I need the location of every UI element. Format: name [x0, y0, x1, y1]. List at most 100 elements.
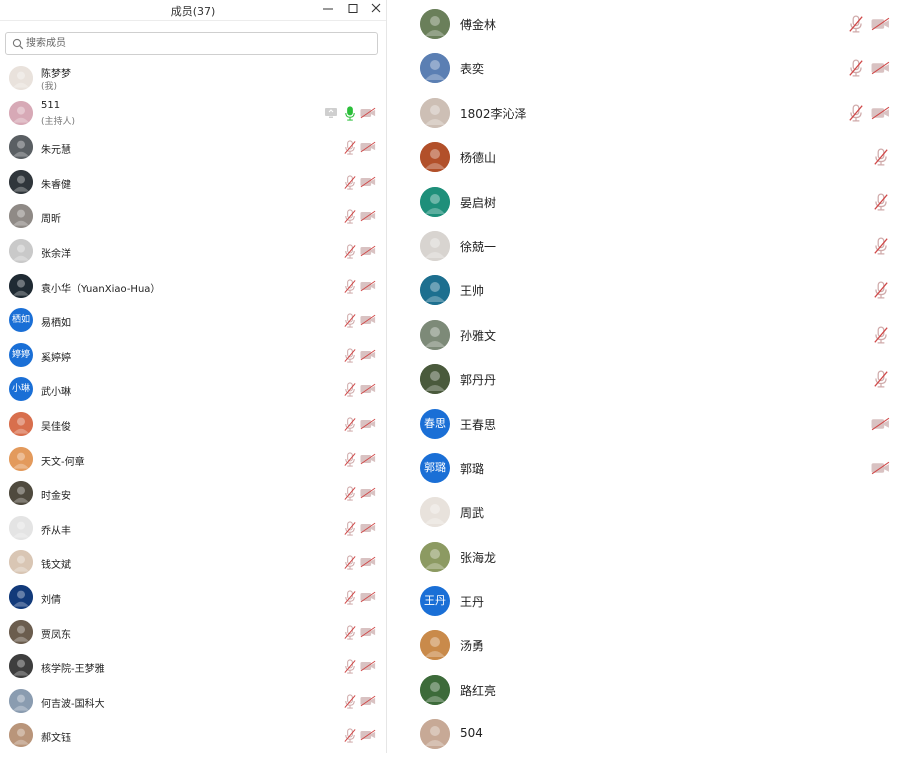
member-row[interactable]: 袁小华（YuanXiao-Hua）	[0, 269, 386, 304]
avatar[interactable]	[420, 319, 450, 350]
member-row[interactable]: 周武	[398, 490, 904, 534]
camera-off-icon[interactable]	[360, 418, 376, 430]
microphone-muted-icon[interactable]	[873, 148, 889, 166]
camera-off-icon[interactable]	[360, 660, 376, 672]
avatar[interactable]	[420, 53, 450, 84]
member-row[interactable]: 郝文钰	[0, 718, 386, 753]
microphone-muted-icon[interactable]	[343, 728, 357, 743]
avatar[interactable]	[9, 238, 33, 263]
member-row[interactable]: 张余洋	[0, 234, 386, 269]
avatar[interactable]	[9, 135, 33, 160]
microphone-muted-icon[interactable]	[343, 175, 357, 190]
member-row[interactable]: 晏启树	[398, 180, 904, 224]
avatar[interactable]	[9, 619, 33, 644]
camera-off-icon[interactable]	[360, 280, 376, 292]
avatar[interactable]	[9, 654, 33, 679]
camera-off-icon[interactable]	[360, 314, 376, 326]
microphone-muted-icon[interactable]	[873, 370, 889, 388]
screen-share-icon[interactable]	[324, 107, 338, 119]
avatar[interactable]	[9, 723, 33, 748]
member-row[interactable]: 婷婷 奚婷婷	[0, 338, 386, 373]
member-row[interactable]: 陈梦梦 (我)	[0, 61, 386, 96]
member-row[interactable]: 汤勇	[398, 623, 904, 667]
avatar[interactable]	[420, 230, 450, 261]
microphone-muted-icon[interactable]	[873, 281, 889, 299]
microphone-muted-icon[interactable]	[343, 244, 357, 259]
avatar[interactable]	[9, 169, 33, 194]
member-row[interactable]: 504	[398, 712, 904, 756]
microphone-muted-icon[interactable]	[343, 624, 357, 640]
microphone-muted-icon[interactable]	[343, 278, 357, 294]
microphone-muted-icon[interactable]	[343, 209, 357, 224]
member-row[interactable]: 511 (主持人)	[0, 96, 386, 131]
avatar[interactable]	[9, 204, 33, 229]
avatar[interactable]: 王丹	[420, 586, 450, 617]
microphone-muted-icon[interactable]	[343, 417, 357, 432]
microphone-muted-icon[interactable]	[343, 555, 357, 570]
camera-off-icon[interactable]	[360, 591, 376, 603]
close-button[interactable]	[368, 2, 384, 16]
avatar[interactable]	[9, 100, 33, 125]
member-row[interactable]: 朱元慧	[0, 130, 386, 165]
microphone-muted-icon[interactable]	[343, 521, 357, 536]
avatar[interactable]	[9, 273, 33, 298]
camera-off-icon[interactable]	[360, 176, 376, 188]
camera-off-icon[interactable]	[360, 141, 376, 153]
member-row[interactable]: 傅金林	[398, 2, 904, 46]
camera-off-icon[interactable]	[360, 453, 376, 465]
camera-off-icon[interactable]	[871, 461, 890, 475]
avatar[interactable]	[420, 541, 450, 572]
search-box[interactable]	[5, 32, 378, 55]
avatar[interactable]	[420, 630, 450, 661]
avatar[interactable]: 婷婷	[9, 342, 33, 367]
member-row[interactable]: 张海龙	[398, 535, 904, 579]
camera-off-icon[interactable]	[360, 487, 376, 499]
member-row[interactable]: 核学院-王梦雅	[0, 649, 386, 684]
avatar[interactable]	[420, 674, 450, 705]
camera-off-icon[interactable]	[360, 695, 376, 707]
avatar[interactable]	[9, 481, 33, 506]
avatar[interactable]	[420, 186, 450, 217]
microphone-muted-icon[interactable]	[873, 326, 889, 344]
member-row[interactable]: 何吉波-国科大	[0, 684, 386, 719]
member-row[interactable]: 春思 王春思	[398, 402, 904, 446]
member-row[interactable]: 天文-何章	[0, 442, 386, 477]
avatar[interactable]	[9, 411, 33, 436]
avatar[interactable]: 栖如	[9, 308, 33, 333]
microphone-muted-icon[interactable]	[848, 104, 864, 122]
microphone-muted-icon[interactable]	[848, 15, 864, 33]
avatar[interactable]	[9, 66, 33, 90]
microphone-icon[interactable]	[343, 106, 357, 121]
camera-off-icon[interactable]	[871, 106, 890, 120]
member-row[interactable]: 乔从丰	[0, 511, 386, 546]
camera-off-icon[interactable]	[360, 522, 376, 534]
camera-off-icon[interactable]	[360, 729, 376, 741]
camera-off-icon[interactable]	[360, 245, 376, 257]
microphone-muted-icon[interactable]	[343, 694, 357, 709]
microphone-muted-icon[interactable]	[343, 486, 357, 501]
member-row[interactable]: 吴佳俊	[0, 407, 386, 442]
avatar[interactable]	[420, 142, 450, 173]
camera-off-icon[interactable]	[871, 61, 890, 75]
camera-off-icon[interactable]	[360, 626, 376, 638]
camera-off-icon[interactable]	[871, 417, 890, 431]
avatar[interactable]	[420, 364, 450, 395]
member-row[interactable]: 郭丹丹	[398, 357, 904, 401]
microphone-muted-icon[interactable]	[343, 659, 357, 674]
member-row[interactable]: 周昕	[0, 199, 386, 234]
search-input[interactable]	[26, 35, 366, 51]
camera-off-icon[interactable]	[360, 383, 376, 395]
avatar[interactable]: 小琳	[9, 377, 33, 402]
avatar[interactable]	[9, 550, 33, 575]
microphone-muted-icon[interactable]	[343, 590, 357, 605]
member-row[interactable]: 1802李沁泽	[398, 91, 904, 135]
microphone-muted-icon[interactable]	[873, 193, 889, 211]
avatar[interactable]	[9, 584, 33, 609]
camera-off-icon[interactable]	[871, 17, 890, 31]
microphone-muted-icon[interactable]	[848, 59, 864, 77]
member-row[interactable]: 郭璐 郭璐	[398, 446, 904, 490]
microphone-muted-icon[interactable]	[343, 348, 357, 363]
avatar[interactable]	[420, 9, 450, 39]
microphone-muted-icon[interactable]	[343, 140, 357, 155]
avatar[interactable]	[420, 719, 450, 750]
